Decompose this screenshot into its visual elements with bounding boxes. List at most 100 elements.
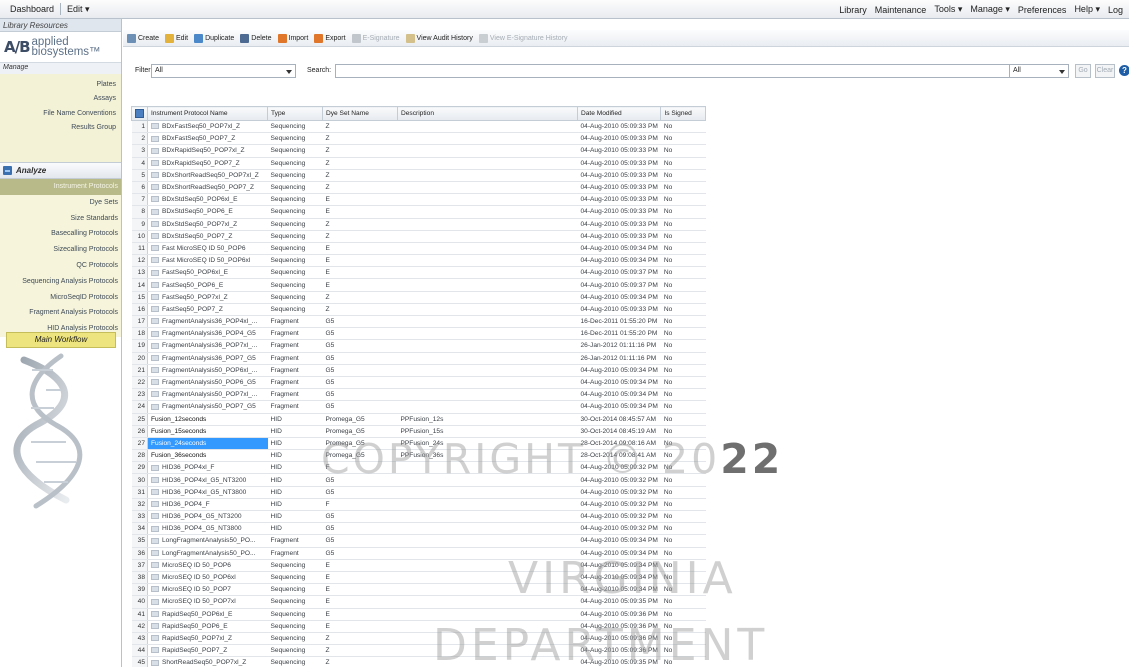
search-input[interactable] bbox=[335, 64, 1043, 78]
menu-preferences[interactable]: Preferences bbox=[1014, 5, 1071, 15]
toolbar-edit-button[interactable]: Edit bbox=[165, 33, 188, 43]
table-row[interactable]: 4 BDxRapidSeq50_POP7_Z Sequencing Z 04-Aug-2… bbox=[131, 157, 706, 170]
table-row[interactable]: 35 LongFragmentAnalysis50_PO... Fragment G5… bbox=[131, 534, 706, 548]
table-row[interactable]: 32 HID36_POP4_F HID F 04-Aug-2010 05:09:32 P… bbox=[131, 498, 706, 512]
sidebar-item-qc-protocols[interactable]: QC Protocols bbox=[0, 258, 121, 274]
column-header-type[interactable]: Type bbox=[267, 106, 323, 121]
table-row[interactable]: 12 Fast MicroSEQ ID 50_POP6xl Sequencing E 0… bbox=[131, 254, 706, 268]
table-row[interactable]: 24 FragmentAnalysis50_POP7_G5 Fragment G5 04… bbox=[131, 400, 706, 414]
table-row[interactable]: 11 Fast MicroSEQ ID 50_POP6 Sequencing E 04-… bbox=[131, 242, 706, 256]
table-row[interactable]: 44 RapidSeq50_POP7_Z Sequencing Z 04-Aug-201… bbox=[131, 644, 706, 658]
table-row[interactable]: 37 MicroSEQ ID 50_POP6 Sequencing E 04-Aug-2… bbox=[131, 559, 706, 572]
row-number-text: 39 bbox=[137, 586, 145, 594]
sidebar-item-size-standards[interactable]: Size Standards bbox=[0, 211, 121, 227]
help-icon[interactable]: ? bbox=[1119, 65, 1129, 76]
menu-maintenance[interactable]: Maintenance bbox=[871, 5, 931, 15]
type-cell: Fragment bbox=[267, 327, 323, 341]
table-row[interactable]: 22 FragmentAnalysis50_POP6_G5 Fragment G5 04… bbox=[131, 376, 706, 390]
toolbar-audit-button[interactable]: View Audit History bbox=[405, 33, 473, 43]
table-row[interactable]: 2 BDxFastSeq50_POP7_Z Sequencing Z 04-Aug-20… bbox=[131, 132, 706, 146]
protocol-name-cell-text: HID36_POP4_G5_NT3200 bbox=[162, 513, 242, 521]
table-row[interactable]: 16 FastSeq50_POP7_Z Sequencing Z 04-Aug-2010… bbox=[131, 303, 706, 317]
menu-log[interactable]: Log bbox=[1104, 5, 1127, 15]
table-row[interactable]: 20 FragmentAnalysis36_POP7_G5 Fragment G5 26… bbox=[131, 352, 706, 365]
search-scope-select[interactable]: All bbox=[1009, 64, 1069, 78]
is-signed-cell-text: No bbox=[663, 379, 673, 387]
table-row[interactable]: 28 Fusion_36seconds HID Promega_G5 PPFusion_… bbox=[131, 449, 706, 463]
table-corner[interactable] bbox=[131, 106, 148, 121]
main-workflow-button[interactable]: Main Workflow bbox=[6, 332, 116, 348]
sidebar-item-plates[interactable]: Plates bbox=[0, 78, 121, 92]
table-row[interactable]: 45 ShortReadSeq50_POP7xl_Z Sequencing Z 04-A… bbox=[131, 656, 706, 667]
table-row[interactable]: 8 BDxStdSeq50_POP6_E Sequencing E 04-Aug-201… bbox=[131, 205, 706, 219]
table-row[interactable]: 18 FragmentAnalysis36_POP4_G5 Fragment G5 16… bbox=[131, 327, 706, 341]
clear-button[interactable]: Clear bbox=[1095, 64, 1115, 78]
filter-select[interactable]: All bbox=[151, 64, 296, 78]
table-row[interactable]: 42 RapidSeq50_POP6_E Sequencing E 04-Aug-201… bbox=[131, 620, 706, 633]
type-cell-text: Fragment bbox=[270, 354, 299, 362]
column-header-dye-set-name[interactable]: Dye Set Name bbox=[322, 106, 398, 121]
table-row[interactable]: 1 BDxFastSeq50_POP7xl_Z Sequencing Z 04-Aug-… bbox=[131, 120, 706, 134]
table-row[interactable]: 3 BDxRapidSeq50_POP7xl_Z Sequencing Z 04-Aug… bbox=[131, 144, 706, 158]
table-row[interactable]: 13 FastSeq50_POP6xl_E Sequencing E 04-Aug-20… bbox=[131, 266, 706, 280]
table-row[interactable]: 29 HID36_POP4xl_F HID F 04-Aug-2010 05:09:32… bbox=[131, 461, 706, 475]
sidebar-item-dye-sets[interactable]: Dye Sets bbox=[0, 195, 121, 211]
column-header-protocol-name[interactable]: Instrument Protocol Name bbox=[147, 106, 268, 121]
table-row[interactable]: 17 FragmentAnalysis36_POP4xl_... Fragment G… bbox=[131, 315, 706, 329]
sidebar-item-sequencing-analysis-protocols[interactable]: Sequencing Analysis Protocols bbox=[0, 274, 121, 290]
table-row[interactable]: 36 LongFragmentAnalysis50_PO... Fragment G5… bbox=[131, 547, 706, 560]
table-row[interactable]: 10 BDxStdSeq50_POP7_Z Sequencing Z 04-Aug-20… bbox=[131, 230, 706, 243]
menu-edit[interactable]: Edit ▾ bbox=[61, 4, 96, 15]
table-row[interactable]: 43 RapidSeq50_POP7xl_Z Sequencing Z 04-Aug-2… bbox=[131, 632, 706, 646]
toolbar-create-button[interactable]: Create bbox=[127, 33, 159, 43]
menu-library[interactable]: Library bbox=[835, 5, 871, 15]
toolbar-esignature-button[interactable]: E-Signature bbox=[351, 33, 400, 43]
protocol-file-icon bbox=[151, 488, 159, 495]
table-row[interactable]: 14 FastSeq50_POP6_E Sequencing E 04-Aug-2010… bbox=[131, 278, 706, 292]
sidebar-item-file-name-conventions[interactable]: File Name Conventions bbox=[0, 107, 121, 121]
table-row[interactable]: 6 BDxShortReadSeq50_POP7_Z Sequencing Z 04-A… bbox=[131, 181, 706, 195]
column-header-description[interactable]: Description bbox=[397, 106, 578, 121]
table-row[interactable]: 23 FragmentAnalysis50_POP7xl_... Fragment G… bbox=[131, 388, 706, 402]
sidebar-item-basecalling-protocols[interactable]: Basecalling Protocols bbox=[0, 226, 121, 242]
menu-help[interactable]: Help ▾ bbox=[1070, 4, 1104, 15]
table-row[interactable]: 5 BDxShortReadSeq50_POP7xl_Z Sequencing Z 04… bbox=[131, 169, 706, 182]
table-row[interactable]: 7 BDxStdSeq50_POP6xl_E Sequencing E 04-Aug-2… bbox=[131, 193, 706, 207]
table-row[interactable]: 27 Fusion_24seconds HID Promega_G5 PPFusion_… bbox=[131, 437, 706, 451]
column-header-is-signed[interactable]: Is Signed bbox=[660, 106, 707, 121]
table-row[interactable]: 38 MicroSEQ ID 50_POP6xl Sequencing E 04-Aug… bbox=[131, 571, 706, 585]
sidebar-item-microseqid-protocols[interactable]: MicroSeqID Protocols bbox=[0, 290, 121, 306]
table-row[interactable]: 9 BDxStdSeq50_POP7xl_Z Sequencing Z 04-Aug-2… bbox=[131, 218, 706, 231]
analyze-header[interactable]: Analyze bbox=[0, 162, 121, 179]
menu-tools[interactable]: Tools ▾ bbox=[930, 4, 966, 15]
table-row[interactable]: 21 FragmentAnalysis50_POP6xl_... Fragment G… bbox=[131, 364, 706, 377]
table-row[interactable]: 19 FragmentAnalysis36_POP7xl_... Fragment G… bbox=[131, 339, 706, 353]
table-row[interactable]: 33 HID36_POP4_G5_NT3200 HID G5 04-Aug-2010 0… bbox=[131, 510, 706, 524]
table-row[interactable]: 34 HID36_POP4_G5_NT3800 HID G5 04-Aug-2010 0… bbox=[131, 522, 706, 536]
go-button[interactable]: Go bbox=[1075, 64, 1091, 78]
dye-set-cell-text: Z bbox=[325, 135, 330, 143]
toolbar-import-button[interactable]: Import bbox=[277, 33, 308, 43]
description-cell bbox=[397, 473, 578, 487]
table-row[interactable]: 25 Fusion_12seconds HID Promega_G5 PPFusion_… bbox=[131, 413, 706, 426]
toolbar-duplicate-button[interactable]: Duplicate bbox=[194, 33, 234, 43]
sidebar-item-fragment-analysis-protocols[interactable]: Fragment Analysis Protocols bbox=[0, 305, 121, 321]
toolbar-delete-button[interactable]: Delete bbox=[240, 33, 272, 43]
column-header-date-modified[interactable]: Date Modified bbox=[576, 106, 662, 121]
table-row[interactable]: 15 FastSeq50_POP7xl_Z Sequencing Z 04-Aug-20… bbox=[131, 291, 706, 304]
is-signed-cell-text: No bbox=[663, 574, 673, 582]
sidebar-item-sizecalling-protocols[interactable]: Sizecalling Protocols bbox=[0, 242, 121, 258]
toolbar-esig-history-button[interactable]: View E-Signature History bbox=[478, 33, 568, 43]
table-row[interactable]: 39 MicroSEQ ID 50_POP7 Sequencing E 04-Aug-2… bbox=[131, 583, 706, 597]
table-row[interactable]: 31 HID36_POP4xl_G5_NT3800 HID G5 04-Aug-2010… bbox=[131, 486, 706, 499]
sidebar-item-assays[interactable]: Assays bbox=[0, 92, 121, 106]
table-row[interactable]: 26 Fusion_15seconds HID Promega_G5 PPFusion_… bbox=[131, 425, 706, 438]
menu-manage[interactable]: Manage ▾ bbox=[966, 4, 1014, 15]
table-row[interactable]: 40 MicroSEQ ID 50_POP7xl Sequencing E 04-Aug… bbox=[131, 595, 706, 609]
sidebar-item-results-group[interactable]: Results Group bbox=[0, 121, 121, 135]
table-row[interactable]: 41 RapidSeq50_POP6xl_E Sequencing E 04-Aug-2… bbox=[131, 608, 706, 621]
toolbar-export-button[interactable]: Export bbox=[314, 33, 346, 43]
menu-dashboard[interactable]: Dashboard bbox=[4, 4, 60, 14]
sidebar-item-instrument-protocols[interactable]: Instrument Protocols bbox=[0, 179, 121, 195]
table-row[interactable]: 30 HID36_POP4xl_G5_NT3200 HID G5 04-Aug-2010… bbox=[131, 473, 706, 487]
